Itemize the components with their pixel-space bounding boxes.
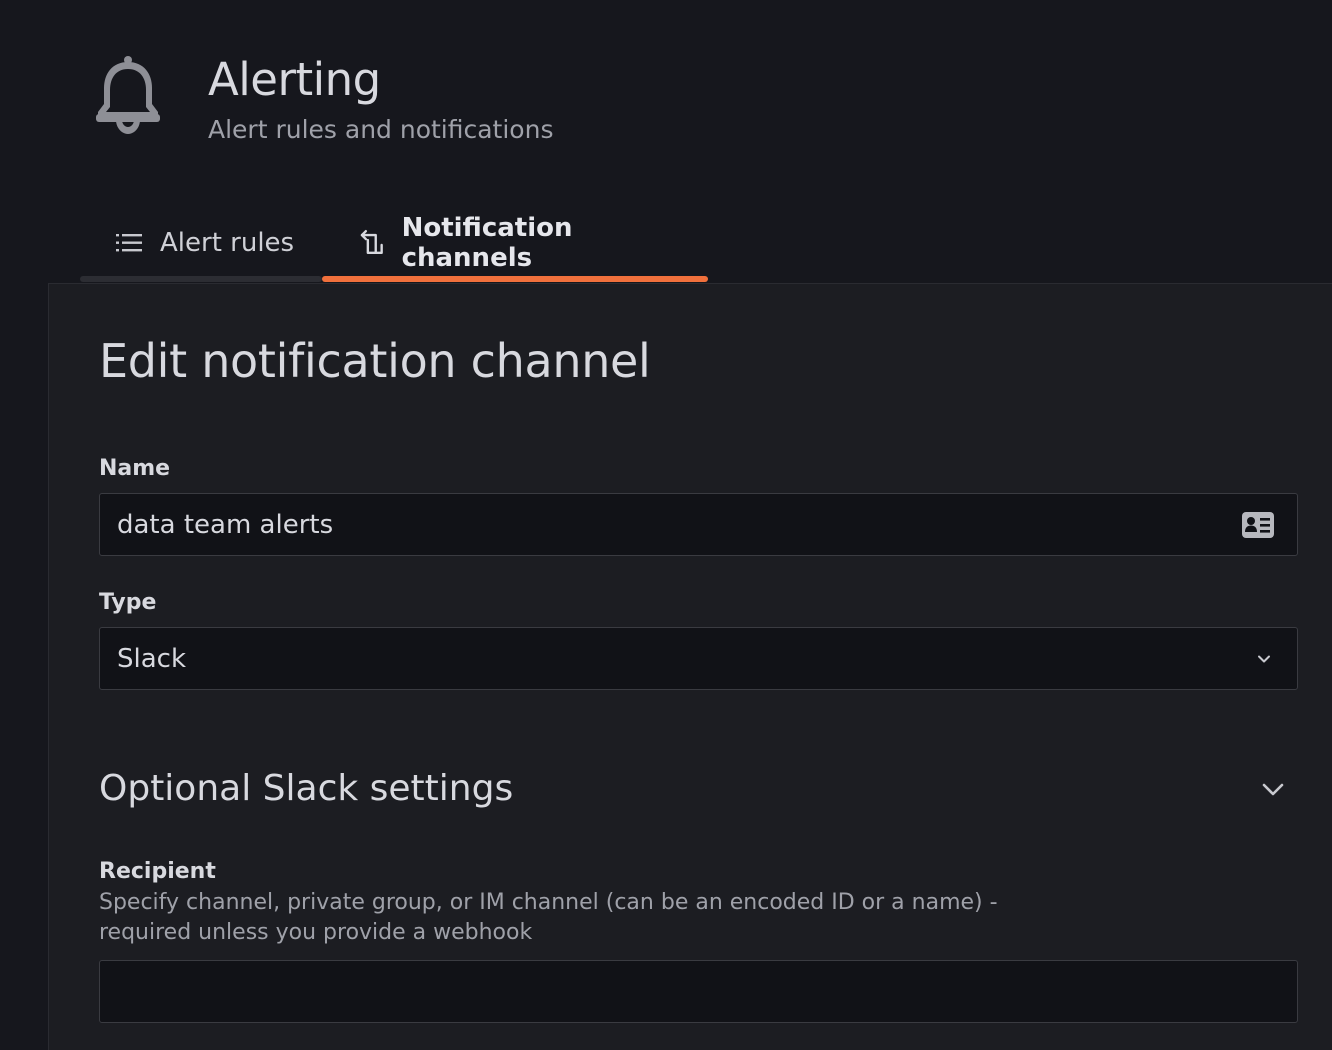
section-title[interactable]: Optional Slack settings	[99, 766, 513, 812]
type-label: Type	[99, 590, 157, 615]
type-select[interactable]: Slack	[99, 627, 1298, 690]
tab-active-underline	[322, 276, 708, 282]
edit-panel: Edit notification channel Name data team…	[48, 283, 1332, 1050]
form-title: Edit notification channel	[99, 334, 651, 388]
name-value: data team alerts	[117, 509, 334, 540]
name-label: Name	[99, 456, 171, 481]
tab-label: Notification channels	[401, 213, 573, 273]
recipient-description: Specify channel, private group, or IM ch…	[99, 890, 998, 945]
contact-card-icon[interactable]	[1241, 510, 1275, 540]
tab-notification-channels[interactable]: Notification channels	[322, 212, 708, 282]
page-title: Alerting	[208, 53, 381, 106]
recipient-label: Recipient	[99, 859, 216, 884]
recipient-input[interactable]	[99, 960, 1298, 1023]
bell-icon	[96, 56, 160, 134]
type-value: Slack	[117, 643, 187, 674]
chevron-down-icon	[1258, 655, 1270, 663]
tab-label: Alert rules	[160, 228, 295, 258]
tab-alert-rules[interactable]: Alert rules	[80, 212, 322, 282]
page-subtitle: Alert rules and notifications	[208, 115, 554, 144]
channel-icon	[360, 229, 383, 255]
list-icon	[116, 234, 142, 252]
name-field[interactable]: data team alerts	[99, 493, 1298, 556]
tab-underline	[80, 276, 322, 282]
chevron-down-icon[interactable]	[1260, 776, 1286, 802]
page-header: Alerting Alert rules and notifications A…	[0, 0, 1332, 283]
